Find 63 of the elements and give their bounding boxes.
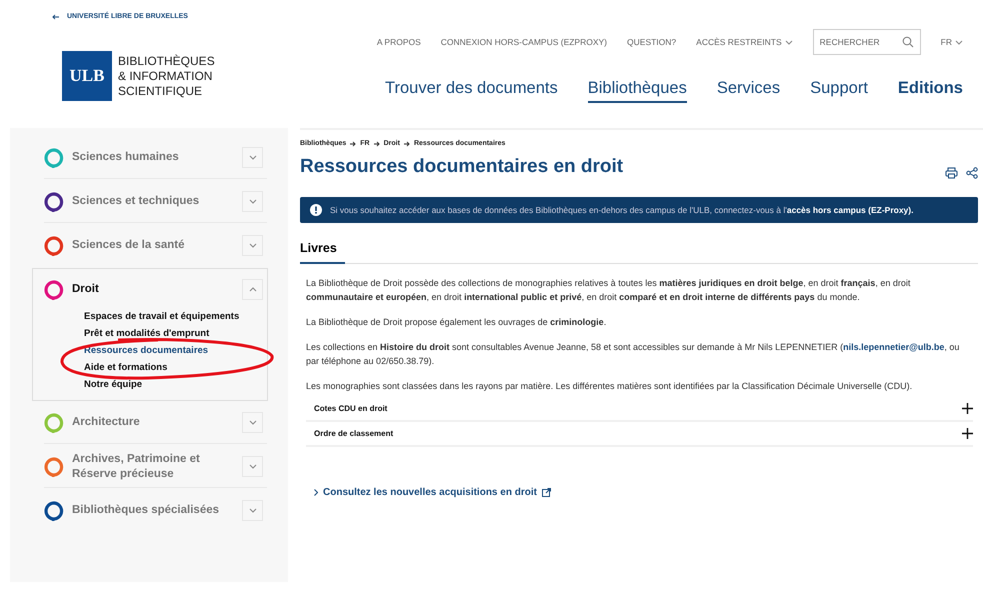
banner-text: Si vous souhaitez accéder aux bases de données des Bibliothèques en-dehors des campus de l'ULB, connectez-vous à l'accès hors campus (EZ-Proxy). <box>330 205 914 215</box>
external-link-icon <box>542 488 551 497</box>
accordion-header[interactable]: Ordre de classement <box>306 422 973 447</box>
expand-toggle[interactable] <box>242 500 263 521</box>
arrow-left-icon <box>52 14 59 20</box>
sidebar-item[interactable]: Architecture <box>72 415 234 430</box>
expand-toggle[interactable] <box>242 191 263 212</box>
email-link[interactable]: nils.lepennetier@ulb.be <box>843 342 944 352</box>
section-tab[interactable]: Livres <box>300 241 345 264</box>
sidebar-item[interactable]: Sciences de la santé <box>72 238 234 253</box>
expand-toggle[interactable] <box>242 147 263 168</box>
sidebar-subitem[interactable]: Espaces de travail et équipements <box>84 311 267 322</box>
chevron-down-icon <box>955 40 963 44</box>
proxy-link[interactable]: accès hors campus (EZ-Proxy). <box>786 205 914 215</box>
chevron-down-icon <box>784 40 793 44</box>
nav-link[interactable]: Services <box>716 79 780 103</box>
expand-toggle[interactable] <box>242 456 263 477</box>
paragraph: La Bibliothèque de Droit possède des collections de monographies relatives à toutes les matières juridiques en droit belge, en droit français, en droit communautaire et européen, en droit international public et privé, en droit comparé et en droit interne de différents pays du monde. <box>306 277 912 304</box>
expand-toggle[interactable] <box>242 412 263 433</box>
chevron-down-icon <box>248 155 256 160</box>
sidebar-item[interactable]: Archives, Patrimoine et Réserve précieuse <box>72 452 234 482</box>
chevron-down-icon <box>248 508 256 513</box>
accordion-header[interactable]: Cotes CDU en droit <box>306 397 973 422</box>
chevron-down-icon <box>248 464 256 469</box>
sidebar-item[interactable]: Sciences humaines <box>72 150 234 165</box>
utility-link[interactable]: CONNEXION HORS-CAMPUS (EZPROXY) <box>440 37 608 47</box>
sidebar-subitem[interactable]: Notre équipe <box>84 379 267 390</box>
chevron-up-icon <box>248 287 256 292</box>
logo-mark[interactable]: ULB <box>62 51 112 101</box>
language-menu[interactable]: FR <box>940 37 963 47</box>
sidebar-subitem[interactable]: Aide et formations <box>84 362 267 373</box>
chevron-down-icon <box>248 420 256 425</box>
share-icon[interactable] <box>966 167 978 179</box>
expand-toggle[interactable] <box>242 235 263 256</box>
sidebar-subitem[interactable]: Prêt et modalités d'emprunt <box>84 328 267 339</box>
sidebar-item[interactable]: Sciences et techniques <box>72 194 234 209</box>
chevron-right-icon <box>314 489 318 496</box>
utility-link[interactable]: A PROPOS <box>376 37 421 47</box>
sidebar-subitem[interactable]: Ressources documentaires <box>84 345 267 356</box>
search-icon <box>902 36 914 48</box>
paragraph: Les monographies sont classées dans les rayons par matière. Les différentes matières sont identifiées par la Classification Décimale Universelle (CDU). <box>306 380 914 393</box>
nav-link[interactable]: Trouver des documents <box>385 79 558 103</box>
logo-text[interactable]: BIBLIOTHÈQUES & INFORMATION SCIENTIFIQUE <box>118 54 215 98</box>
nav-link[interactable]: Support <box>810 79 868 103</box>
utility-link[interactable]: QUESTION? <box>627 37 676 47</box>
arrow-right-icon <box>374 140 380 146</box>
sidebar-item[interactable]: Bibliothèques spécialisées <box>72 503 234 518</box>
info-icon <box>310 204 322 216</box>
page-title: Ressources documentaires en droit <box>300 156 624 178</box>
chevron-down-icon <box>248 199 256 204</box>
expand-toggle[interactable] <box>242 279 263 300</box>
nav-link[interactable]: Bibliothèques <box>588 79 687 103</box>
paragraph: La Bibliothèque de Droit propose également les ouvrages de criminologie. <box>306 316 608 329</box>
arrow-right-icon <box>404 140 410 146</box>
arrow-right-icon <box>350 140 356 146</box>
print-icon[interactable] <box>945 167 958 179</box>
chevron-down-icon <box>248 243 256 248</box>
search-field[interactable]: RECHERCHER <box>812 29 921 55</box>
paragraph: Les collections en Histoire du droit sont consultables Avenue Jeanne, 58 et sont accessibles sur demande à Mr Nils LEPENNETIER (nils.lepennetier@ulb.be, ou par téléphone au 02/650.38.79). <box>306 341 960 368</box>
utility-link[interactable]: ACCÈS RESTREINTS <box>696 37 793 47</box>
sidebar-item[interactable]: Droit <box>72 282 234 297</box>
acquisitions-link[interactable]: Consultez les nouvelles acquisitions en droit <box>314 487 978 498</box>
nav-link[interactable]: Editions <box>898 79 963 103</box>
